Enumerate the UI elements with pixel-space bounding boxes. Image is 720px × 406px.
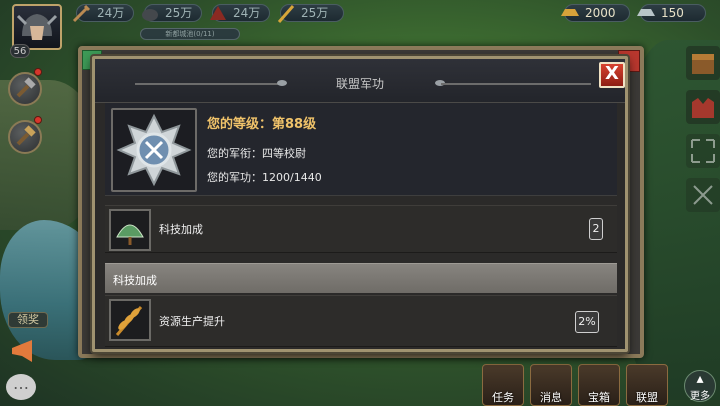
city-progress-bar: 新都城池(0/11) [140,28,240,40]
fortress-icon [692,98,714,118]
more-icon: ▴ [696,371,704,387]
bottom-button-label: 宝箱 [588,391,610,404]
tech-bonus-label: 科技加成 [159,223,203,236]
bottom-button-label: 任务 [492,391,514,404]
player-level-badge: 56 [10,44,30,58]
ore-resource-icon [210,6,226,20]
wheat-icon [115,306,143,336]
chat-button[interactable]: … [6,374,36,400]
close-button[interactable]: X [599,62,625,88]
tech-icon-box [109,209,151,251]
resource-production-label: 资源生产提升 [159,315,225,328]
announcement-button[interactable] [8,338,38,364]
silver-value: 150 [661,6,684,20]
reward-button[interactable]: 领奖 [8,312,48,328]
pot-resource-icon [142,9,158,21]
gold-ingot-icon [561,9,579,16]
alliance-level: 您的等级：第88级 [207,117,317,132]
resource-value: 24万 [97,6,125,20]
title-divider-right [441,83,591,85]
section-header: 科技加成 [105,263,617,293]
silver-counter: 150 [637,4,706,22]
dialog-header: 联盟军功 X [95,59,625,103]
chat-bubble-icon: … [13,374,29,393]
more-label: 更多 [690,391,710,402]
bottom-task-button[interactable]: 任务 [482,364,524,406]
gold-counter: 2000 [561,4,630,22]
tech-bonus-value: 2 [589,218,603,240]
tech-bonus-row[interactable]: 科技加成 2 [105,205,617,253]
notification-dot [34,68,42,76]
resource-value: 25万 [301,6,329,20]
bottom-button-label: 消息 [540,391,562,404]
resource-counter-wheat: 25万 [277,4,344,23]
more-button[interactable]: ▴ 更多 [684,370,716,402]
resource-counter-pot: 25万 [142,4,202,22]
collapse-icon [693,185,713,205]
rank-info-panel: 您的等级：第88级 您的军衔：四等校尉 您的军功：1200/1440 [105,103,617,196]
wheat-resource-icon [277,5,295,23]
rank-medal [111,108,197,192]
build-hammer-button[interactable] [8,72,42,106]
notification-dot [34,116,42,124]
expand-icon [691,139,715,163]
forge-hammer-button[interactable] [8,120,42,154]
resource-value: 25万 [165,6,193,20]
megaphone-icon [12,340,32,362]
right-menu-button-1[interactable] [686,46,720,80]
treasure-chest-icon [692,54,714,74]
bottom-chest-button[interactable]: 宝箱 [578,364,620,406]
resource-counter-sword: 24万 [72,4,134,23]
top-resource-bar: 24万 25万 24万 25万 2000 150 [0,0,720,26]
alliance-merit-dialog: 联盟军功 X 您的等级：第88级 您的军衔：四等校尉 您的军功：1200/144… [92,56,628,352]
right-menu-button-2[interactable] [686,90,720,124]
hammer-icon [16,125,36,146]
bottom-button-label: 联盟 [636,391,658,404]
sword-resource-icon [72,4,91,23]
helmet-portrait-icon [16,14,58,40]
gold-value: 2000 [585,6,616,20]
silver-ingot-icon [637,9,655,16]
resource-icon-box [109,299,151,341]
crossed-swords-medal-icon [116,113,192,187]
merit-points: 您的军功：1200/1440 [207,171,322,184]
fan-icon [116,224,144,245]
resource-value: 24万 [233,6,261,20]
right-menu-button-3[interactable] [686,134,720,168]
right-menu-button-4[interactable] [686,178,720,212]
resource-counter-ore: 24万 [210,4,270,22]
resource-production-row[interactable]: 资源生产提升 2% [105,295,617,347]
section-title: 科技加成 [113,274,157,287]
hammer-icon [16,77,36,98]
resource-production-value: 2% [575,311,599,333]
military-rank: 您的军衔：四等校尉 [207,147,306,160]
bottom-alliance-button[interactable]: 联盟 [626,364,668,406]
bottom-message-button[interactable]: 消息 [530,364,572,406]
